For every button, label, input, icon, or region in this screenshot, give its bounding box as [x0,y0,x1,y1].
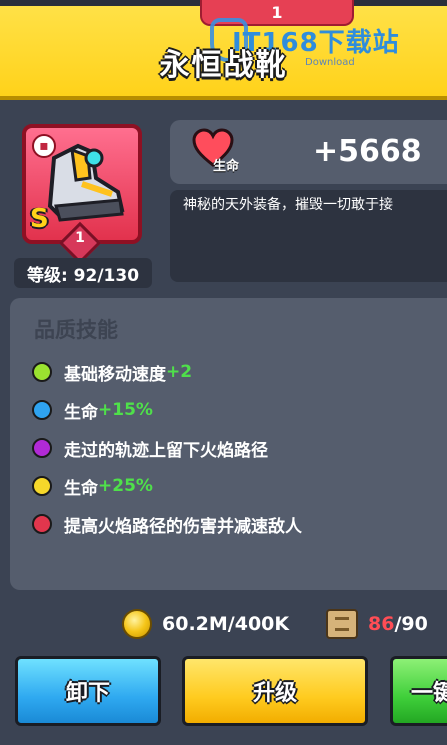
one-click-button[interactable]: 一键 [390,656,447,726]
scroll-icon [326,609,358,639]
skill-dot-lime [32,362,52,382]
item-level-text: 等级: 92/130 [26,265,140,286]
header-tab-number: 1 [271,2,283,22]
skill-dot-yellow [32,476,52,496]
upgrade-button[interactable]: 升级 [182,656,368,726]
skill-dot-red [32,514,52,534]
skill-bonus: +15% [98,400,153,420]
coin-resource: 60.2M/400K [122,607,289,641]
stat-value: +5668 [313,134,422,169]
skill-text: 基础移动速度 [64,364,166,385]
item-badge-number: 1 [75,230,85,246]
one-click-button-label: 一键 [411,681,447,706]
skill-text: 生命 [64,478,98,499]
item-description: 神秘的天外装备，摧毁一切敢于接 [183,197,393,213]
unequip-button[interactable]: 卸下 [15,656,161,726]
coin-amount: 60.2M/400K [162,613,290,635]
skill-bonus: +2 [166,362,193,382]
unequip-button-label: 卸下 [65,681,110,706]
skill-text: 生命 [64,402,98,423]
skill-row: 基础移动速度 +2 [32,358,192,386]
coin-icon [122,609,152,639]
skill-row: 生命 +25% [32,472,153,500]
skill-text: 走过的轨迹上留下火焰路径 [64,440,268,461]
skill-dot-purple [32,438,52,458]
skill-bonus: +25% [98,476,153,496]
item-level: 等级: 92/130 [14,258,152,288]
upgrade-button-label: 升级 [252,681,297,706]
scroll-resource: 86 /90 [326,607,428,641]
skill-row: 走过的轨迹上留下火焰路径 [32,434,268,462]
stat-label: 生命 [213,159,240,174]
skill-row: 生命 +15% [32,396,153,424]
scroll-need: /90 [394,613,428,635]
skills-title: 品质技能 [34,318,118,342]
skill-text: 提高火焰路径的伤害并减速敌人 [64,516,302,537]
item-rarity-label: S [30,204,49,234]
skill-row: 提高火焰路径的伤害并减速敌人 [32,510,302,538]
page-title: 永恒战靴 [159,48,288,83]
skill-dot-blue [32,400,52,420]
scroll-have: 86 [368,613,395,635]
